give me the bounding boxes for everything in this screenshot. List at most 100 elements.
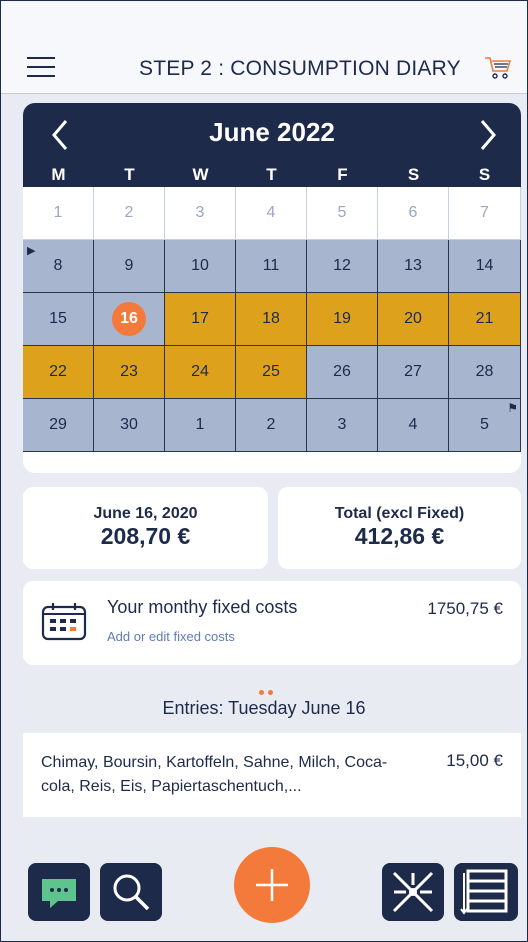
day-cell[interactable]: 16: [94, 293, 165, 346]
selected-day: 16: [112, 302, 146, 336]
weekday-label: F: [337, 165, 348, 184]
calendar-header: June 2022 M T W T F S S: [23, 103, 521, 187]
day-cell[interactable]: 27: [378, 346, 449, 399]
month-title: June 2022: [209, 117, 335, 147]
search-icon: [113, 874, 150, 911]
weekday-label: W: [192, 165, 209, 184]
day-number: 19: [333, 310, 351, 327]
day-number: 14: [475, 257, 494, 274]
day-cell[interactable]: 11: [236, 240, 307, 293]
day-number: 29: [49, 416, 67, 433]
scatter-button[interactable]: [382, 863, 444, 921]
list-item[interactable]: Chimay, Boursin, Kartoffeln, Sahne, Milc…: [23, 733, 521, 817]
weekday-label: T: [266, 165, 277, 184]
start-marker-icon: ▶: [27, 245, 36, 257]
day-number: 1: [53, 204, 63, 221]
list-button[interactable]: [454, 863, 518, 921]
day-number: 8: [53, 257, 63, 274]
day-cell[interactable]: 4: [378, 399, 449, 452]
day-cell[interactable]: 29: [23, 399, 94, 452]
day-cell[interactable]: 5 ⚑: [449, 399, 521, 452]
list-icon: [460, 869, 508, 915]
day-cell[interactable]: 1: [23, 187, 94, 240]
day-number: 26: [333, 363, 351, 380]
day-cell[interactable]: 24: [165, 346, 236, 399]
day-cell[interactable]: 25: [236, 346, 307, 399]
entry-amount: 15,00 €: [446, 751, 503, 770]
day-number: 7: [480, 204, 489, 221]
day-number: 10: [191, 257, 209, 274]
entries-title: Entries: Tuesday June 16: [162, 698, 366, 718]
day-cell[interactable]: 26: [307, 346, 378, 399]
day-number: 5: [480, 416, 489, 433]
add-button[interactable]: [234, 847, 310, 923]
day-number: 28: [475, 363, 494, 380]
month-total-card: Total (excl Fixed) 412,86 €: [278, 487, 521, 569]
day-cell[interactable]: 2: [94, 187, 165, 240]
day-number: 12: [333, 257, 351, 274]
app-frame: STEP 2 : CONSUMPTION DIARY June 2022 M T W…: [0, 0, 528, 942]
day-cell[interactable]: 18: [236, 293, 307, 346]
next-month-icon[interactable]: [467, 115, 507, 155]
page-title: STEP 2 : CONSUMPTION DIARY: [139, 57, 461, 80]
day-number: 25: [262, 363, 280, 380]
day-total-card: June 16, 2020 208,70 €: [23, 487, 268, 569]
fixed-costs-card[interactable]: Your monthy fixed costs Add or edit fixe…: [23, 581, 521, 665]
day-number: 15: [49, 310, 67, 327]
day-cell[interactable]: 22: [23, 346, 94, 399]
day-cell[interactable]: 15: [23, 293, 94, 346]
day-cell[interactable]: 1: [165, 399, 236, 452]
top-bar: STEP 2 : CONSUMPTION DIARY: [1, 1, 527, 94]
day-cell[interactable]: 7: [449, 187, 521, 240]
hamburger-icon[interactable]: [27, 57, 55, 77]
calendar: June 2022 MTWTFSS 1 2 3 4 5 6 7 8 ▶ 9 10 11 12 13 14 15…: [23, 103, 521, 473]
day-cell[interactable]: 3: [165, 187, 236, 240]
weekday-label: T: [124, 165, 135, 184]
add-icon: [256, 869, 288, 901]
day-cell[interactable]: 5: [307, 187, 378, 240]
month-total-value: 412,86 €: [354, 523, 445, 549]
day-number: 30: [120, 416, 138, 433]
day-cell[interactable]: 4: [236, 187, 307, 240]
edit-fixed-costs-link[interactable]: Add or edit fixed costs: [107, 629, 235, 644]
day-cell[interactable]: 3: [307, 399, 378, 452]
day-number: 22: [49, 363, 67, 380]
month-total-label: Total (excl Fixed): [334, 505, 465, 522]
day-cell[interactable]: 30: [94, 399, 165, 452]
search-button[interactable]: [100, 863, 162, 921]
day-number: 6: [408, 204, 418, 221]
finish-flag-icon: ⚑: [507, 401, 518, 415]
day-cell[interactable]: 8 ▶: [23, 240, 94, 293]
day-number: 13: [404, 257, 422, 274]
day-cell[interactable]: 2: [236, 399, 307, 452]
day-cell[interactable]: 19: [307, 293, 378, 346]
day-number: 17: [191, 310, 209, 327]
day-number: 4: [408, 416, 418, 433]
day-number: 5: [337, 204, 347, 221]
weekday-label: S: [407, 165, 420, 184]
day-cell[interactable]: 14: [449, 240, 521, 293]
day-number: 11: [262, 257, 280, 274]
day-number: 9: [124, 257, 134, 274]
day-cell[interactable]: 6: [378, 187, 449, 240]
cart-icon[interactable]: [483, 53, 513, 81]
day-number: 27: [404, 363, 422, 380]
day-number: 3: [337, 416, 347, 433]
day-number: 4: [266, 204, 276, 221]
chat-button[interactable]: [28, 863, 90, 921]
day-cell[interactable]: 20: [378, 293, 449, 346]
day-cell[interactable]: 17: [165, 293, 236, 346]
day-number: 3: [195, 204, 205, 221]
day-cell[interactable]: 21: [449, 293, 521, 346]
day-number: 23: [120, 363, 138, 380]
day-cell[interactable]: 10: [165, 240, 236, 293]
day-cell[interactable]: 28: [449, 346, 521, 399]
day-cell[interactable]: 23: [94, 346, 165, 399]
fixed-costs-title: Your monthy fixed costs: [107, 597, 298, 617]
day-cell[interactable]: 13: [378, 240, 449, 293]
day-number: 21: [475, 310, 494, 327]
calendar-icon: [41, 603, 87, 641]
day-cell[interactable]: 12: [307, 240, 378, 293]
day-cell[interactable]: 9: [94, 240, 165, 293]
day-number: 20: [404, 310, 422, 327]
